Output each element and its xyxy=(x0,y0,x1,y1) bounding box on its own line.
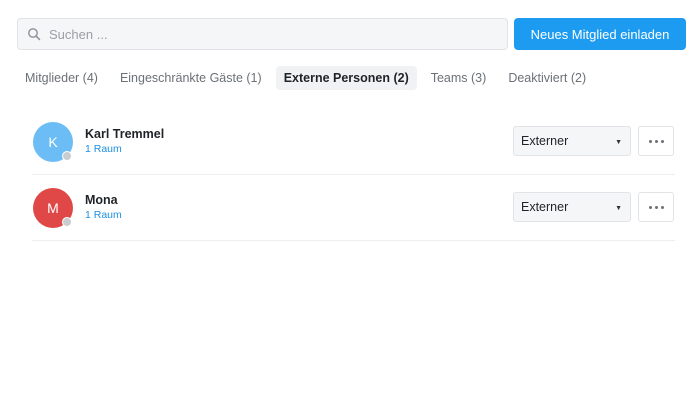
avatar-initial: M xyxy=(47,200,59,216)
top-bar: Neues Mitglied einladen xyxy=(17,18,686,50)
tab-restricted-guests[interactable]: Eingeschränkte Gäste (1) xyxy=(112,66,270,90)
tab-deactivated[interactable]: Deaktiviert (2) xyxy=(500,66,594,90)
member-tabs: Mitglieder (4) Eingeschränkte Gäste (1) … xyxy=(17,66,594,90)
more-dots-icon xyxy=(660,139,664,143)
avatar-initial: K xyxy=(48,134,58,150)
member-rooms-link[interactable]: 1 Raum xyxy=(85,143,122,155)
member-row: K Karl Tremmel 1 Raum Externer ▼ xyxy=(32,109,675,175)
member-list: K Karl Tremmel 1 Raum Externer ▼ M Mona … xyxy=(32,109,675,241)
more-options-button[interactable] xyxy=(638,192,674,222)
member-rooms-link[interactable]: 1 Raum xyxy=(85,209,122,221)
caret-down-icon: ▼ xyxy=(615,205,622,212)
search-icon xyxy=(27,27,41,41)
search-input[interactable] xyxy=(47,25,491,43)
more-dots-icon xyxy=(648,139,652,143)
status-dot-icon xyxy=(62,151,72,161)
member-name: Mona xyxy=(85,193,118,207)
more-dots-icon xyxy=(648,205,652,209)
status-dot-icon xyxy=(62,217,72,227)
more-dots-icon xyxy=(654,139,658,143)
more-dots-icon xyxy=(654,205,658,209)
more-options-button[interactable] xyxy=(638,126,674,156)
search-box[interactable] xyxy=(17,18,508,50)
tab-external-people[interactable]: Externe Personen (2) xyxy=(275,66,417,90)
more-dots-icon xyxy=(660,205,664,209)
member-name: Karl Tremmel xyxy=(85,127,165,141)
caret-down-icon: ▼ xyxy=(615,139,622,146)
role-select[interactable]: Externer ▼ xyxy=(513,192,631,222)
invite-member-button[interactable]: Neues Mitglied einladen xyxy=(514,18,686,50)
tab-members[interactable]: Mitglieder (4) xyxy=(17,66,106,90)
role-select-value: Externer xyxy=(521,200,569,214)
role-select[interactable]: Externer ▼ xyxy=(513,126,631,156)
role-select-value: Externer xyxy=(521,134,569,148)
member-row: M Mona 1 Raum Externer ▼ xyxy=(32,175,675,241)
tab-teams[interactable]: Teams (3) xyxy=(423,66,495,90)
